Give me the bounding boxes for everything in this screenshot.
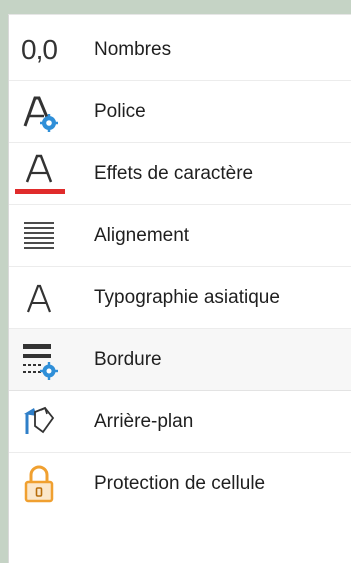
sidebar-item-label: Nombres: [94, 38, 172, 60]
sidebar-item-protection-de-cellule[interactable]: Protection de cellule: [9, 453, 351, 515]
sidebar-item-bordure[interactable]: Bordure: [9, 329, 351, 391]
paint-bucket-icon: [9, 391, 69, 453]
sidebar-item-label: Bordure: [94, 348, 162, 370]
number-format-icon: 0,0: [21, 33, 58, 65]
sidebar-item-typographie-asiatique[interactable]: Typographie asiatique: [9, 267, 351, 329]
sidebar-item-alignement[interactable]: Alignement: [9, 205, 351, 267]
sidebar-item-label: Alignement: [94, 224, 190, 246]
sidebar-item-label: Police: [94, 100, 146, 122]
format-cells-sidebar: 0,0 Nombres Police Effets de caractère A…: [8, 14, 351, 563]
sidebar-item-label: Effets de caractère: [94, 162, 254, 184]
asian-typography-icon: [9, 267, 69, 329]
font-color-icon: [9, 143, 69, 205]
sidebar-item-label: Arrière-plan: [94, 410, 194, 432]
sidebar-item-label: Typographie asiatique: [94, 286, 280, 308]
sidebar-item-police[interactable]: Police: [9, 81, 351, 143]
sidebar-item-nombres[interactable]: 0,0 Nombres: [9, 19, 351, 81]
sidebar-item-arriere-plan[interactable]: Arrière-plan: [9, 391, 351, 453]
alignment-icon: [9, 205, 69, 267]
sidebar-item-effets-de-caractere[interactable]: Effets de caractère: [9, 143, 351, 205]
borders-settings-icon: [9, 329, 69, 391]
sidebar-item-label: Protection de cellule: [94, 473, 266, 494]
font-settings-icon: [9, 81, 69, 143]
padlock-icon: [9, 453, 69, 515]
